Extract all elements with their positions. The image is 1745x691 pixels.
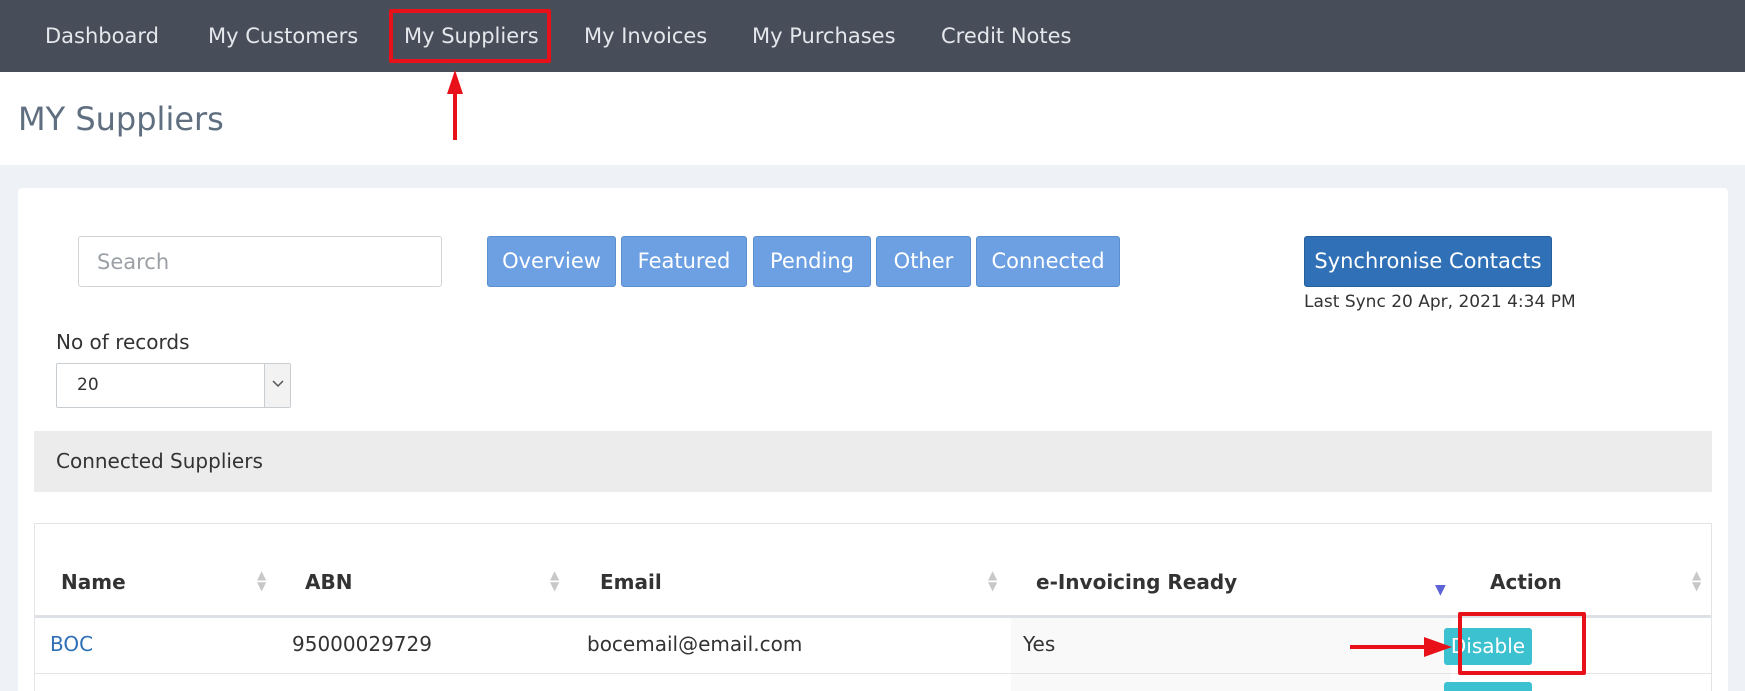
- search-input[interactable]: [78, 236, 442, 287]
- nav-item-credit-notes[interactable]: Credit Notes: [941, 0, 1071, 72]
- last-sync-text: Last Sync 20 Apr, 2021 4:34 PM: [1304, 292, 1576, 312]
- column-header-name[interactable]: Name: [61, 570, 126, 594]
- supplier-abn: 95000029729: [292, 632, 432, 656]
- pending-filter-button[interactable]: Pending: [753, 236, 871, 287]
- section-title: Connected Suppliers: [56, 449, 263, 473]
- sort-icon[interactable]: ▲ ▼: [1692, 569, 1701, 592]
- nav-item-my-purchases[interactable]: My Purchases: [752, 0, 896, 72]
- disable-button[interactable]: [1444, 682, 1532, 691]
- supplier-email: bocemail@email.com: [587, 632, 803, 656]
- column-header-action[interactable]: Action: [1490, 570, 1562, 594]
- overview-filter-button[interactable]: Overview: [487, 236, 616, 287]
- column-header-abn[interactable]: ABN: [305, 570, 352, 594]
- records-label: No of records: [56, 330, 190, 354]
- nav-item-my-invoices[interactable]: My Invoices: [584, 0, 707, 72]
- supplier-name-link[interactable]: BOC: [50, 632, 93, 656]
- records-select-value: 20: [77, 375, 99, 395]
- nav-item-my-customers[interactable]: My Customers: [208, 0, 358, 72]
- connected-filter-button[interactable]: Connected: [976, 236, 1120, 287]
- top-navigation: Dashboard My Customers My Suppliers My I…: [0, 0, 1745, 72]
- connected-suppliers-header: Connected Suppliers: [34, 431, 1712, 492]
- nav-item-dashboard[interactable]: Dashboard: [45, 0, 159, 72]
- page-header: MY Suppliers: [0, 72, 1745, 165]
- chevron-down-icon[interactable]: [264, 364, 290, 407]
- other-filter-button[interactable]: Other: [876, 236, 971, 287]
- arrow-right-icon: [1350, 637, 1452, 657]
- nav-highlight-box: [389, 9, 551, 63]
- action-highlight-box: [1458, 612, 1586, 675]
- sort-icon[interactable]: ▲ ▼: [988, 569, 997, 592]
- featured-filter-button[interactable]: Featured: [621, 236, 747, 287]
- sort-descending-icon[interactable]: ▼: [1435, 582, 1446, 598]
- supplier-e-invoicing-ready: Yes: [1023, 632, 1056, 656]
- records-per-page-select[interactable]: 20: [56, 363, 291, 408]
- synchronise-contacts-button[interactable]: Synchronise Contacts: [1304, 236, 1552, 287]
- sort-icon[interactable]: ▲ ▼: [257, 569, 266, 592]
- column-header-e-invoicing-ready[interactable]: e-Invoicing Ready: [1036, 570, 1237, 594]
- column-header-email[interactable]: Email: [600, 570, 662, 594]
- sort-icon[interactable]: ▲ ▼: [550, 569, 559, 592]
- arrow-up-icon: [447, 70, 463, 140]
- page-title: MY Suppliers: [18, 100, 224, 138]
